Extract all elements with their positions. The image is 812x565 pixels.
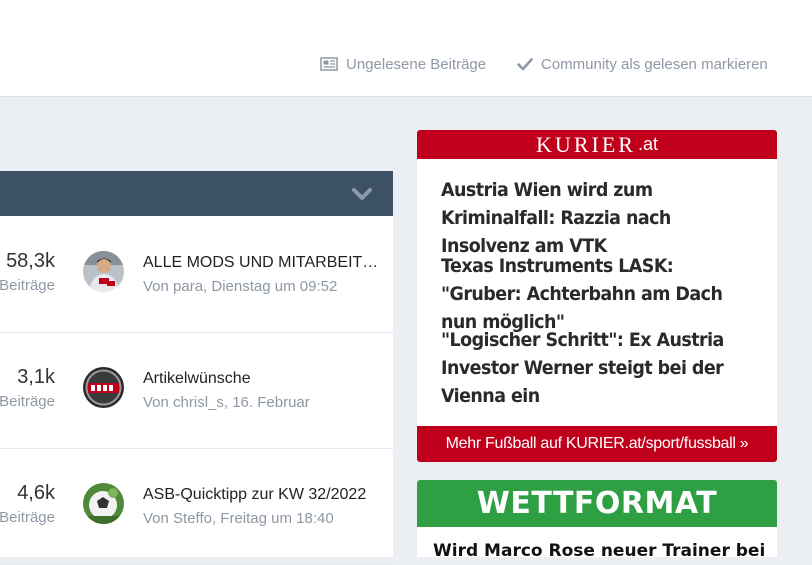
kurier-brand: KURIER xyxy=(536,131,636,157)
newspaper-icon xyxy=(320,57,338,71)
post-count-label: Beiträge xyxy=(0,393,55,410)
kurier-article-link[interactable]: Austria Wien wird zum Kriminalfall: Razz… xyxy=(441,176,735,260)
mark-community-read-link[interactable]: Community als gelesen markieren xyxy=(517,54,768,74)
wettformat-logo[interactable]: WETTFORMAT xyxy=(417,480,777,527)
last-post-title[interactable]: ALLE MODS UND MITARBEITER xyxy=(143,254,383,272)
kurier-news-widget: KURIER .at Austria Wien wird zum Krimina… xyxy=(417,130,777,462)
avatar[interactable] xyxy=(83,483,124,524)
forum-list: 58,3k Beiträge ALLE MODS UND MITARBEITER… xyxy=(0,216,393,565)
post-count: 3,1k xyxy=(17,366,55,388)
wettformat-article-link[interactable]: Wird Marco Rose neuer Trainer bei xyxy=(433,541,765,557)
post-count: 58,3k xyxy=(6,250,55,272)
last-post-meta: Von Steffo, Freitag um 18:40 xyxy=(143,510,334,527)
forum-row: 3,1k Beiträge Artikelwünsche Von chrisl_… xyxy=(0,332,393,449)
last-post-meta: Von chrisl_s, 16. Februar xyxy=(143,394,310,411)
post-count-label: Beiträge xyxy=(0,277,55,294)
forum-row: 58,3k Beiträge ALLE MODS UND MITARBEITER… xyxy=(0,216,393,333)
kurier-tld: .at xyxy=(637,134,658,154)
last-post-title[interactable]: ASB-Quicktipp zur KW 32/2022 xyxy=(143,486,383,504)
post-count: 4,6k xyxy=(17,482,55,504)
kurier-article-link[interactable]: "Logischer Schritt": Ex Austria Investor… xyxy=(441,326,735,410)
wettformat-widget: WETTFORMAT Wird Marco Rose neuer Trainer… xyxy=(417,480,777,557)
avatar[interactable] xyxy=(83,251,124,292)
kurier-more-football-link[interactable]: Mehr Fußball auf KURIER.at/sport/fussbal… xyxy=(417,426,777,462)
unread-posts-label: Ungelesene Beiträge xyxy=(346,55,487,73)
mark-community-read-label: Community als gelesen markieren xyxy=(541,55,768,73)
forum-row: 4,6k Beiträge ASB-Quicktipp zur KW 32/20… xyxy=(0,448,393,565)
last-post-title[interactable]: Artikelwünsche xyxy=(143,370,383,388)
checkmark-icon xyxy=(517,57,533,71)
kurier-article-link[interactable]: Texas Instruments LASK: "Gruber: Achterb… xyxy=(441,252,735,336)
last-post-meta: Von para, Dienstag um 09:52 xyxy=(143,278,338,295)
page-header: Ungelesene Beiträge Community als gelese… xyxy=(0,0,812,97)
chevron-down-icon[interactable] xyxy=(351,185,373,203)
forum-category-header xyxy=(0,171,393,216)
avatar[interactable] xyxy=(83,367,124,408)
post-count-label: Beiträge xyxy=(0,509,55,526)
kurier-logo[interactable]: KURIER .at xyxy=(417,130,777,159)
unread-posts-link[interactable]: Ungelesene Beiträge xyxy=(320,54,486,74)
